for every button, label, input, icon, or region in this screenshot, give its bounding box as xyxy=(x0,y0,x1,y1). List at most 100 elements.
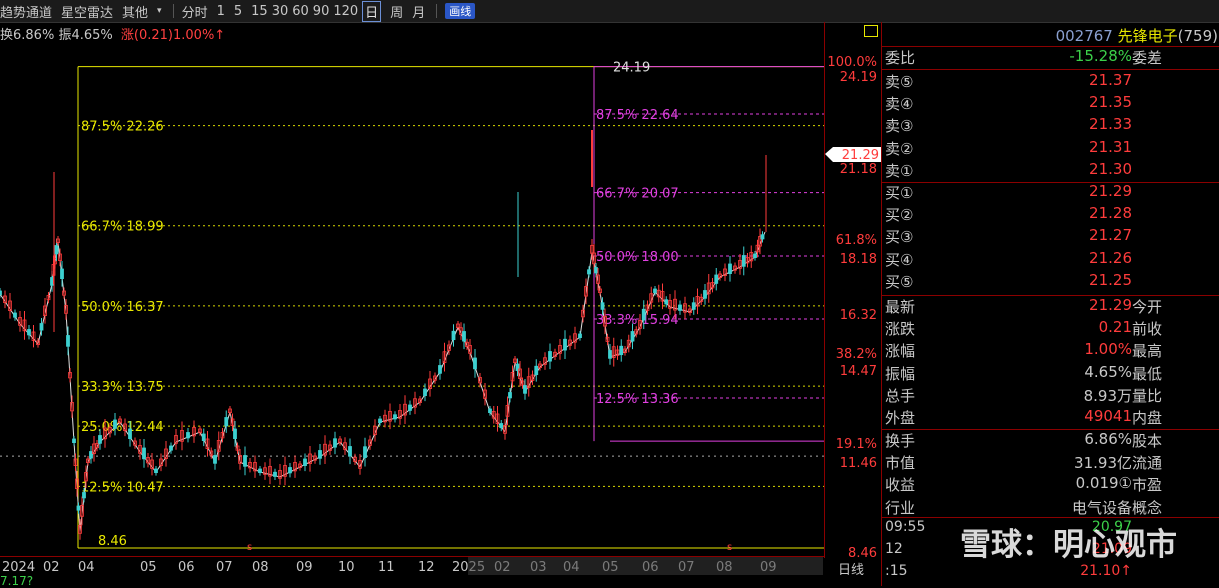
stat-label: 涨跌 xyxy=(885,320,916,339)
commission-row: 委比 -15.28% 委差 xyxy=(882,47,1219,69)
buy-row[interactable]: 买② 21.28 xyxy=(882,204,1219,226)
period-15min[interactable]: 15 xyxy=(251,4,268,19)
period-label[interactable]: 日线 xyxy=(838,559,864,578)
level-price: 21.31 xyxy=(1089,137,1132,156)
toolbar-item-other[interactable]: 其他 xyxy=(122,2,148,21)
event-marker: s xyxy=(727,542,732,553)
candle-body xyxy=(548,351,552,362)
candle-body xyxy=(82,492,86,499)
candle-body xyxy=(60,268,64,280)
candle-body xyxy=(760,234,765,240)
buy-row[interactable]: 买③ 21.27 xyxy=(882,226,1219,248)
candle-body xyxy=(213,455,217,464)
candle-body xyxy=(678,304,682,311)
price-tick: 8.46 xyxy=(848,546,877,558)
period-30min[interactable]: 30 xyxy=(272,4,289,19)
stat-label2: 量比 xyxy=(1132,386,1163,405)
candle-body xyxy=(318,450,322,459)
fib-label: 66.7% 18.99 xyxy=(81,220,164,235)
time-tick: 12 xyxy=(418,560,435,575)
stat-label: 换手 xyxy=(885,432,916,450)
level-label: 买④ xyxy=(885,250,914,269)
level-price: 21.29 xyxy=(1089,182,1132,200)
divider xyxy=(172,4,174,18)
candle-body xyxy=(691,302,696,310)
info-line: 换6.86% 振4.65% 涨(0.21)1.00%↑ xyxy=(0,24,225,43)
candlestick-chart[interactable]: 87.5% 22.26 66.7% 18.99 50.0% 16.37 33.3% 1… xyxy=(0,22,824,558)
candle-body xyxy=(753,253,757,258)
candle-body xyxy=(728,263,732,275)
level-label: 卖① xyxy=(885,161,914,180)
level-price: 21.27 xyxy=(1089,226,1132,245)
period-week[interactable]: 周 xyxy=(390,2,403,21)
buy-row[interactable]: 买① 21.29 xyxy=(882,182,1219,204)
sell-row[interactable]: 卖② 21.31 xyxy=(882,138,1219,160)
candle-body xyxy=(224,417,229,427)
stat-row: 市值 31.93亿 流通 xyxy=(882,452,1219,474)
candle-body xyxy=(488,408,492,413)
stat-value: 0.019① xyxy=(1075,474,1132,493)
candle-body xyxy=(154,468,158,473)
period-90min[interactable]: 90 xyxy=(313,4,330,19)
sell-row[interactable]: 卖③ 21.33 xyxy=(882,115,1219,137)
candle-body xyxy=(66,335,70,347)
period-5min[interactable]: 5 xyxy=(234,4,242,19)
stat-value: 21.29 xyxy=(1089,296,1132,314)
commission-value: -15.28% xyxy=(1069,47,1132,65)
candle-body xyxy=(76,505,81,511)
buy-row[interactable]: 买④ 21.26 xyxy=(882,249,1219,271)
candle-body xyxy=(243,455,247,467)
stock-code: 002767 xyxy=(1055,27,1113,45)
candle-body xyxy=(348,446,352,457)
toolbar-item-radar[interactable]: 星空雷达 xyxy=(61,2,113,21)
sell-row[interactable]: 卖⑤ 21.37 xyxy=(882,71,1219,93)
candle-body xyxy=(703,290,707,299)
candle-body xyxy=(653,288,657,293)
stat-label2: 前收 xyxy=(1132,320,1163,339)
tick-time: 12 xyxy=(885,541,903,557)
fib-label: 33.3% 13.75 xyxy=(81,380,164,395)
fib2-label: 66.7% 20.07 xyxy=(596,187,679,202)
buy-row[interactable]: 买⑤ 21.25 xyxy=(882,271,1219,293)
period-60min[interactable]: 60 xyxy=(292,4,309,19)
price-tick: 24.19 xyxy=(840,70,877,85)
period-month[interactable]: 月 xyxy=(412,2,425,21)
candle-body xyxy=(619,345,624,356)
period-1min[interactable]: 1 xyxy=(217,4,225,19)
draw-line-button[interactable]: 画线 xyxy=(445,3,476,19)
stat-label2: 股本 xyxy=(1132,432,1163,450)
candle-body xyxy=(594,267,598,274)
candle-body xyxy=(393,414,397,420)
candle-body xyxy=(363,446,367,458)
sell-row[interactable]: 卖④ 21.35 xyxy=(882,93,1219,115)
candle-body xyxy=(423,388,427,396)
period-intraday[interactable]: 分时 xyxy=(182,2,208,21)
stat-label: 总手 xyxy=(885,386,916,405)
level-label: 卖④ xyxy=(885,95,914,114)
toolbar: 趋势通道 星空雷达 其他 ▾ 分时 1 5 15 30 60 90 120 日 … xyxy=(0,0,1219,23)
candle-body xyxy=(303,458,307,466)
tick-time: :15 xyxy=(885,563,908,579)
chevron-down-icon[interactable]: ▾ xyxy=(157,6,162,16)
period-day[interactable]: 日 xyxy=(362,0,382,22)
panel-toggle-icon[interactable] xyxy=(864,25,878,37)
sell-row[interactable]: 卖① 21.30 xyxy=(882,160,1219,182)
stat-label2: 最低 xyxy=(1132,364,1163,383)
current-price-label: 21.29 xyxy=(842,148,879,163)
fib2-label: 87.5% 22.64 xyxy=(596,108,679,123)
level-label: 买① xyxy=(885,184,914,202)
turnover-text: 换6.86% xyxy=(0,28,55,43)
period-120min[interactable]: 120 xyxy=(333,4,358,19)
candle-body xyxy=(169,445,173,451)
time-tick: 10 xyxy=(338,560,355,575)
level-label: 买② xyxy=(885,206,914,225)
stat-value: 49041 xyxy=(1084,407,1132,425)
fib2-label: 12.5% 13.36 xyxy=(596,392,679,407)
level-price: 21.35 xyxy=(1089,93,1132,112)
stat-label2: 流通 xyxy=(1132,454,1163,473)
fib-label: 50.0% 16.37 xyxy=(81,300,164,315)
toolbar-item-trend-channel[interactable]: 趋势通道 xyxy=(0,2,52,21)
stat-value: 31.93亿 xyxy=(1074,454,1132,473)
divider xyxy=(436,4,438,18)
candle-body xyxy=(608,350,612,359)
